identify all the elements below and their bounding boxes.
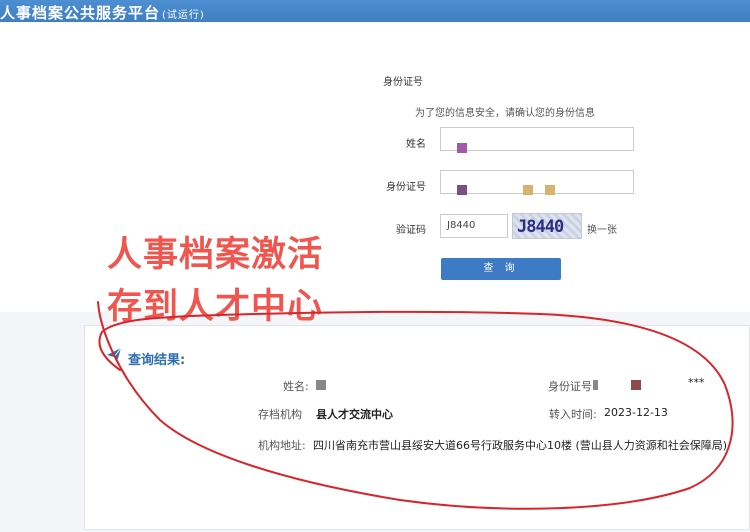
security-hint: 为了您的信息安全，请确认您的身份信息 — [415, 108, 595, 119]
result-address-label: 机构地址: — [258, 439, 306, 452]
result-name-label: 姓名: — [283, 380, 309, 393]
redacted-mark — [523, 185, 533, 195]
captcha-label: 验证码 — [396, 225, 426, 236]
redacted-mark — [316, 380, 326, 390]
name-field[interactable] — [440, 127, 634, 153]
result-id-label: 身份证号 — [548, 380, 592, 393]
result-transfer-label: 转入时间: — [549, 408, 597, 421]
id-number-field[interactable] — [440, 170, 634, 195]
result-org-value: 县人才交流中心 — [316, 408, 393, 421]
app-title: 人事档案公共服务平台 (试运行) — [0, 4, 205, 22]
result-org-label: 存档机构 — [258, 408, 302, 421]
redacted-mark — [457, 143, 467, 153]
captcha-input[interactable]: J8440 — [440, 214, 508, 238]
captcha-image[interactable]: J8440 — [512, 213, 582, 239]
result-title: 查询结果: — [128, 353, 186, 368]
tab-id-number[interactable]: 身份证号 — [383, 73, 423, 88]
redacted-mark — [545, 185, 555, 195]
header-bar: 人事档案公共服务平台 (试运行) — [0, 0, 750, 22]
result-transfer-value: 2023-12-13 — [604, 406, 668, 419]
overlay-caption-line1: 人事档案激活 — [107, 235, 324, 275]
refresh-captcha-link[interactable]: 换一张 — [587, 221, 617, 236]
paper-plane-icon — [107, 347, 122, 362]
name-label: 姓名 — [406, 139, 426, 150]
result-id-suffix: *** — [688, 376, 705, 389]
redacted-mark — [593, 380, 598, 390]
result-address-value: 四川省南充市营山县绥安大道66号行政服务中心10楼 (营山县人力资源和社会保障局… — [313, 439, 728, 452]
query-button[interactable]: 查 询 — [441, 258, 561, 280]
redacted-mark — [457, 185, 467, 195]
overlay-caption-line2: 存到人才中心 — [107, 287, 324, 327]
id-label: 身份证号 — [386, 182, 426, 193]
redacted-mark — [631, 380, 641, 390]
